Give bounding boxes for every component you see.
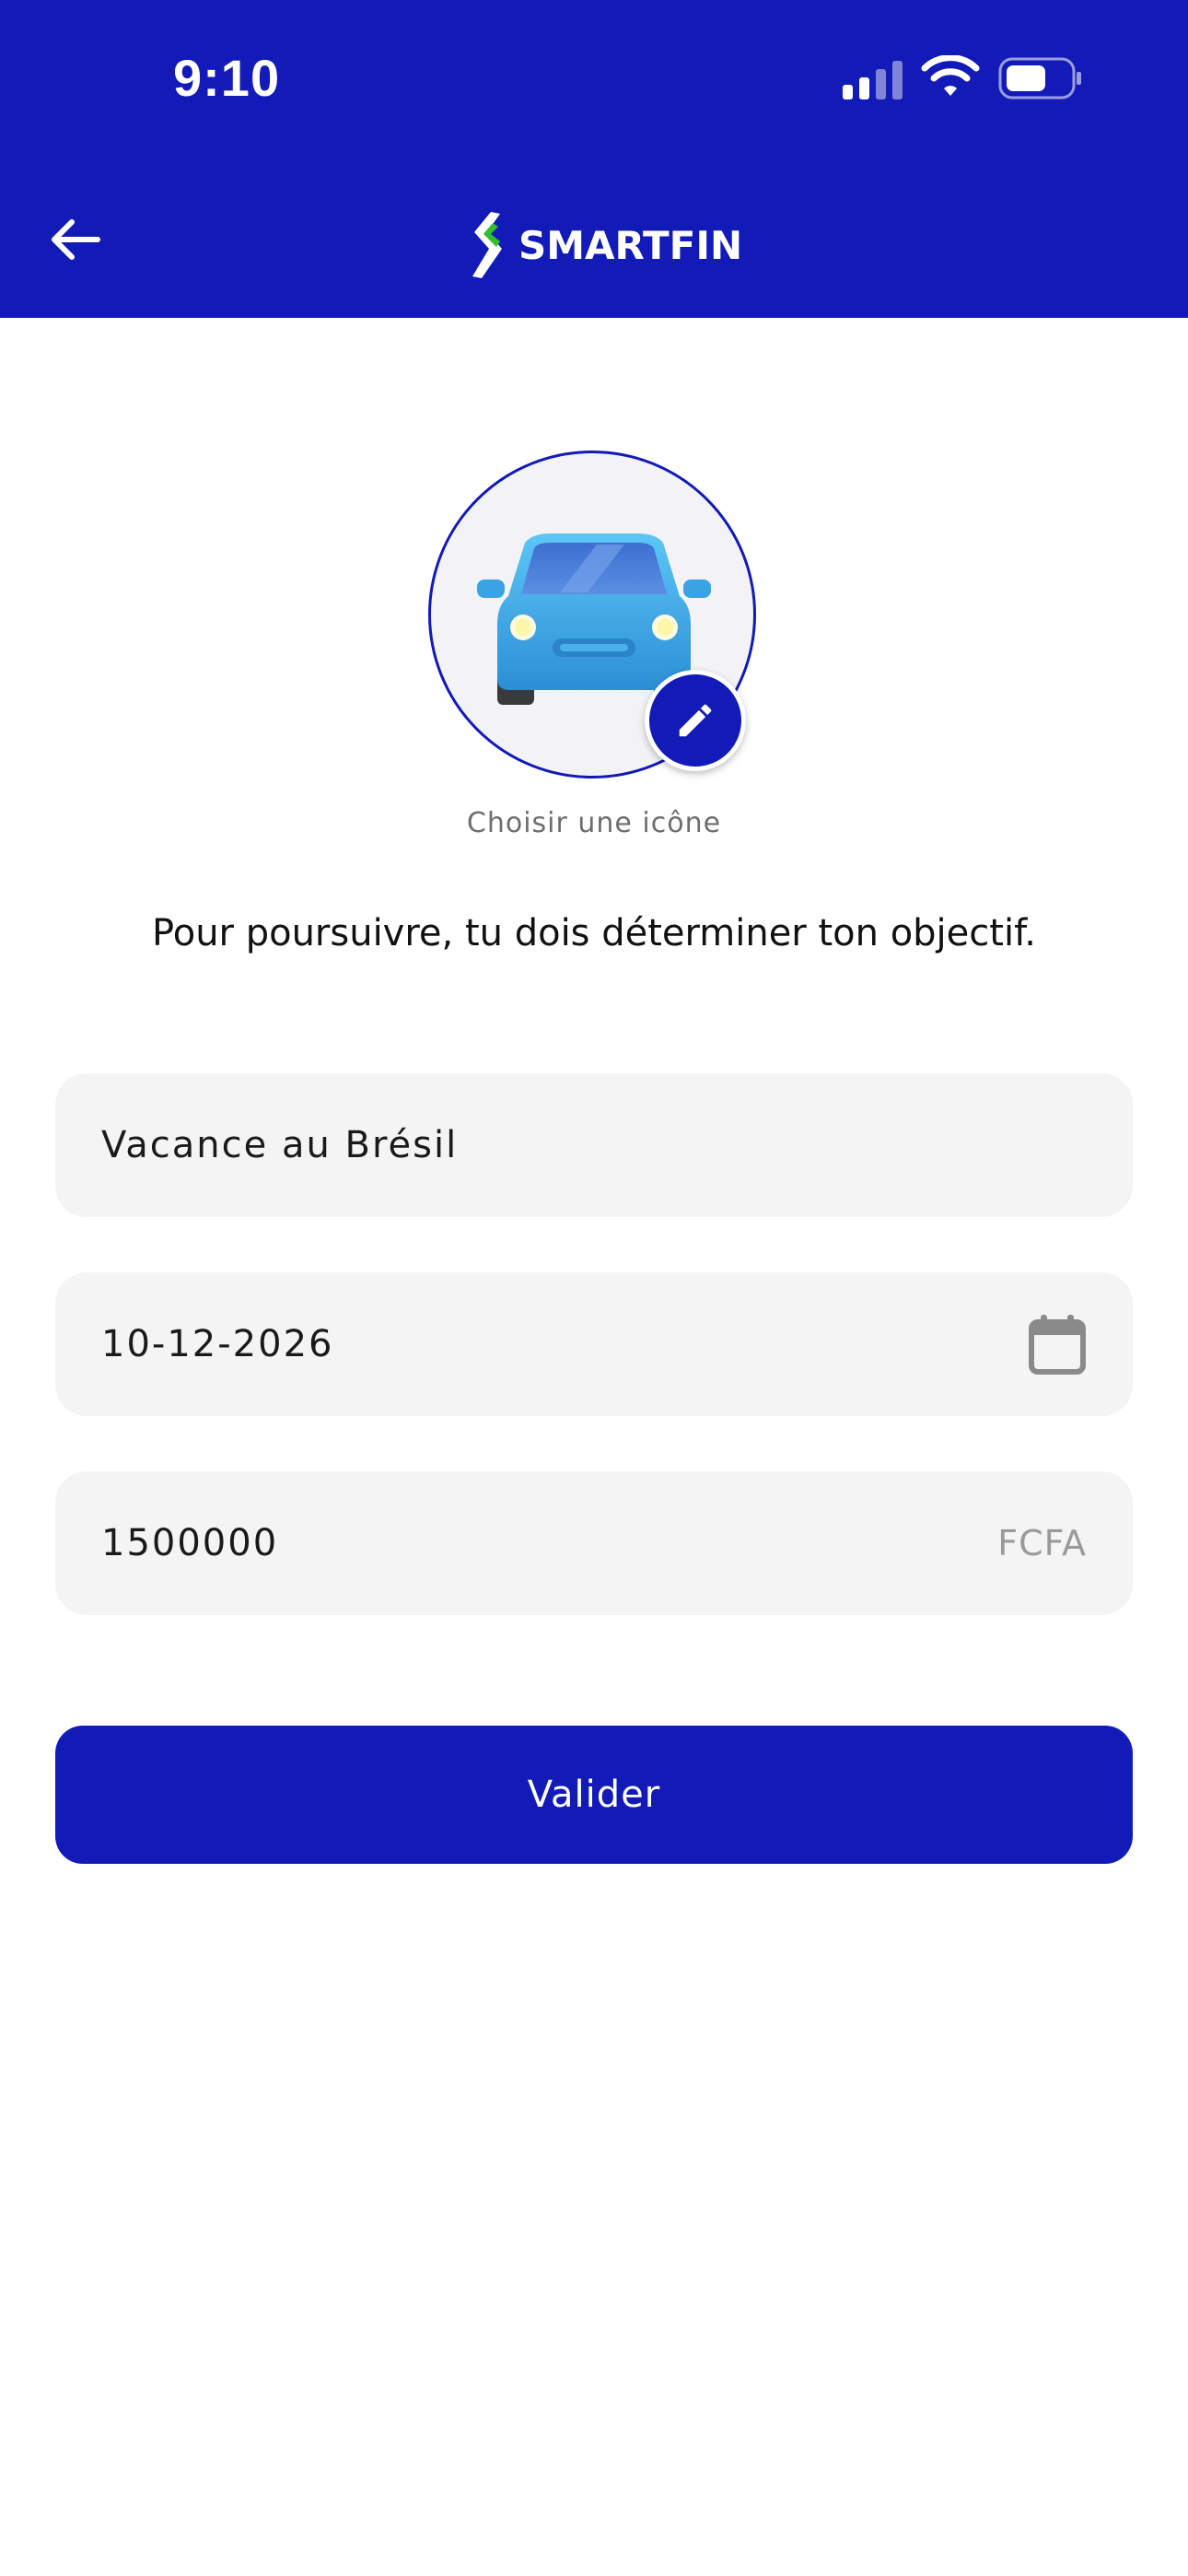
back-arrow-icon[interactable] [46,210,105,269]
edit-icon-button[interactable] [645,670,746,771]
brand-name: SMARTFIN [518,222,743,268]
goal-name-value: Vacance au Brésil [101,1124,459,1166]
goal-name-field[interactable]: Vacance au Brésil [55,1073,1133,1217]
amount-value: 1500000 [101,1522,279,1564]
target-date-value: 10-12-2026 [101,1323,334,1365]
status-time: 9:10 [173,49,281,107]
target-date-field[interactable]: 10-12-2026 [55,1272,1133,1416]
instruction-text: Pour poursuivre, tu dois déterminer ton … [152,912,1036,954]
wifi-icon [921,55,980,96]
currency-suffix: FCFA [997,1523,1087,1563]
pencil-icon [679,704,712,737]
smartfin-logo-mark [472,212,502,278]
cellular-signal-icon [843,61,903,100]
calendar-icon[interactable] [1028,1313,1087,1376]
validate-button-label: Valider [527,1774,661,1816]
amount-field[interactable]: 1500000 FCFA [55,1471,1133,1615]
smartfin-logo: SMARTFIN [465,208,742,282]
battery-icon [998,57,1081,100]
app-header: 9:10 SMARTFIN [0,0,1188,318]
validate-button[interactable]: Valider [55,1726,1133,1864]
choose-icon-label[interactable]: Choisir une icône [0,807,1188,839]
